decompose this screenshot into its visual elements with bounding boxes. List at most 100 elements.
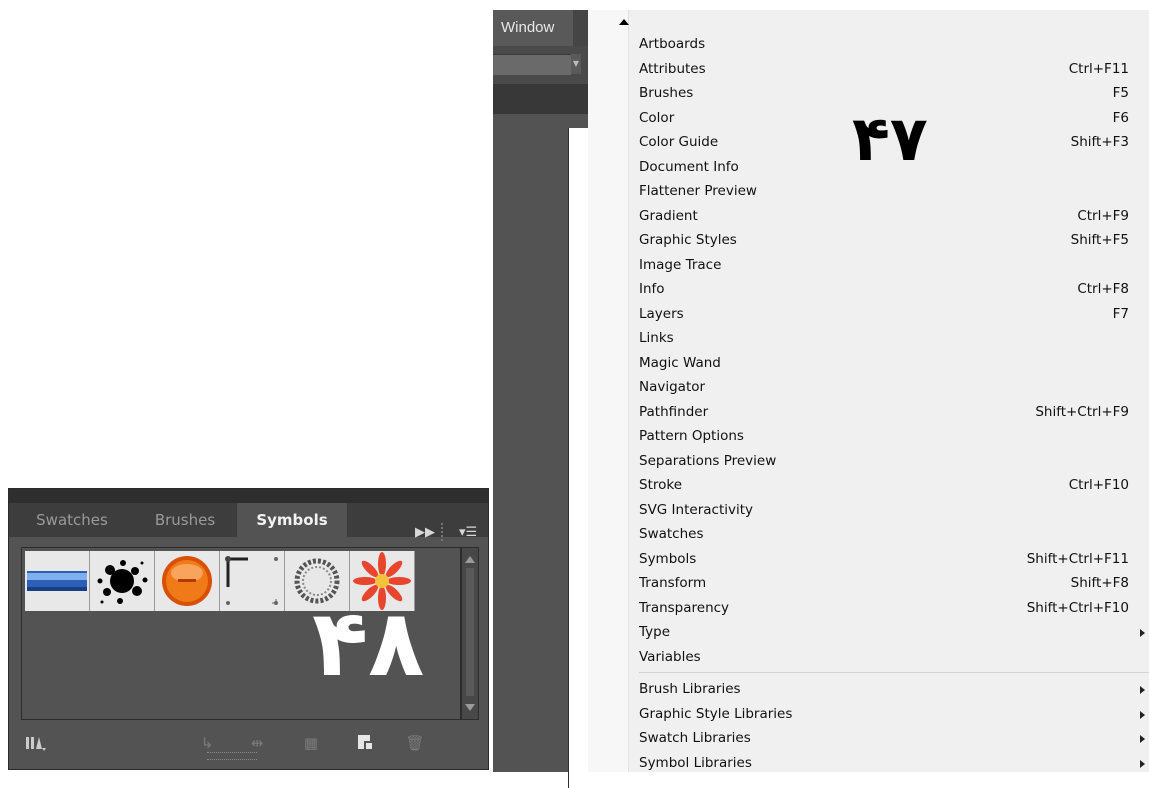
annotation-number-47: ۴۷ (852, 102, 928, 175)
collapse-panel-icon[interactable]: ▶▶ (415, 525, 435, 540)
menu-item-label: Transform (639, 575, 707, 591)
menu-item-label: Brush Libraries (639, 681, 741, 697)
menu-item-shortcut: Ctrl+F9 (1077, 207, 1129, 224)
panel-grip-icon[interactable] (441, 523, 449, 541)
menu-item-shortcut: F5 (1112, 85, 1129, 101)
menu-item-links[interactable]: Links (628, 326, 1149, 351)
menu-item-artboards[interactable]: Artboards (628, 32, 1149, 57)
menu-item-attributes[interactable]: Attributes Ctrl+F11 (628, 57, 1149, 82)
menu-item-label: Links (639, 330, 674, 346)
menu-item-svg-interactivity[interactable]: SVG Interactivity (628, 498, 1149, 523)
panel-scrollbar[interactable] (461, 547, 479, 720)
submenu-arrow-icon (1140, 710, 1145, 719)
canvas-area[interactable] (493, 114, 589, 788)
delete-symbol-icon[interactable]: 🗑 (405, 733, 425, 753)
scroll-track[interactable] (466, 568, 474, 696)
menu-item-shortcut: F7 (1112, 305, 1129, 322)
menu-bar: Window (493, 10, 588, 46)
menu-item-label: Swatches (639, 526, 704, 542)
menu-item-transform[interactable]: Transform Shift+F8 (628, 571, 1149, 596)
place-symbol-instance-icon[interactable]: ↳ (197, 733, 217, 753)
menu-item-label: Transparency (639, 599, 730, 616)
menu-scroll-up-icon[interactable] (619, 19, 629, 25)
menu-item-label: Graphic Styles (639, 232, 737, 248)
tab-swatches[interactable]: Swatches (17, 503, 127, 537)
menu-item-label: Image Trace (639, 256, 722, 273)
menu-item-label: Flattener Preview (639, 183, 757, 199)
frame-corners-symbol-icon[interactable] (220, 551, 285, 611)
menu-item-label: Layers (639, 305, 684, 322)
symbol-options-icon[interactable]: ▦ (301, 733, 321, 753)
menu-item-shortcut: Shift+Ctrl+F10 (1026, 599, 1129, 616)
chevron-down-icon[interactable]: ▼ (571, 54, 581, 74)
menu-item-shortcut: Shift+Ctrl+F9 (1035, 403, 1129, 420)
menu-item-pathfinder[interactable]: Pathfinder Shift+Ctrl+F9 (628, 400, 1149, 425)
panel-resize-grip[interactable] (207, 752, 257, 760)
control-bar: ▼ (493, 46, 588, 84)
menu-item-label: Graphic Style Libraries (639, 705, 793, 722)
menu-item-label: Stroke (639, 477, 683, 493)
orange-button-symbol-icon[interactable] (155, 551, 220, 611)
menu-item-info[interactable]: Info Ctrl+F8 (628, 277, 1149, 302)
menu-item-flattener-preview[interactable]: Flattener Preview (628, 179, 1149, 204)
menu-item-gradient[interactable]: Gradient Ctrl+F9 (628, 204, 1149, 229)
menu-item-transparency[interactable]: Transparency Shift+Ctrl+F10 (628, 596, 1149, 621)
menu-item-pattern-options[interactable]: Pattern Options (628, 424, 1149, 449)
menu-item-shortcut: Shift+F5 (1070, 232, 1129, 248)
panel-title-strip[interactable] (9, 489, 488, 503)
menu-item-label: Artboards (639, 36, 706, 52)
menu-item-label: Document Info (639, 158, 739, 175)
menu-item-label: Swatch Libraries (639, 730, 751, 746)
control-field[interactable] (493, 54, 571, 75)
menu-item-swatches[interactable]: Swatches (628, 522, 1149, 547)
menu-item-shortcut: Ctrl+F8 (1077, 281, 1129, 297)
menu-item-symbol-libraries[interactable]: Symbol Libraries (628, 751, 1149, 776)
menu-item-label: Symbol Libraries (639, 754, 752, 771)
menu-item-image-trace[interactable]: Image Trace (628, 253, 1149, 278)
annotation-number-48: ۴۸ (312, 590, 425, 697)
menu-item-label: Magic Wand (639, 354, 721, 371)
menu-item-layers[interactable]: Layers F7 (628, 302, 1149, 327)
tab-brushes[interactable]: Brushes (135, 503, 235, 537)
submenu-arrow-icon (1140, 735, 1145, 743)
window-menu[interactable]: Window (493, 10, 573, 46)
tab-symbols[interactable]: Symbols (237, 503, 347, 537)
menu-item-stroke[interactable]: Stroke Ctrl+F10 (628, 473, 1149, 498)
menu-item-navigator[interactable]: Navigator (628, 375, 1149, 400)
menu-item-label: Separations Preview (639, 452, 777, 469)
artboard[interactable] (568, 128, 589, 788)
menu-item-shortcut: Shift+F3 (1070, 134, 1129, 150)
menu-item-shortcut: Ctrl+F11 (1068, 60, 1129, 77)
menu-item-label: Symbols (639, 550, 697, 567)
new-symbol-icon[interactable] (355, 733, 375, 753)
menu-separator (628, 669, 1149, 677)
menu-item-label: Attributes (639, 60, 706, 77)
menu-item-label: Navigator (639, 379, 706, 395)
submenu-arrow-icon (1140, 686, 1145, 694)
menu-item-graphic-styles[interactable]: Graphic Styles Shift+F5 (628, 228, 1149, 253)
scroll-up-icon[interactable] (465, 556, 475, 563)
menu-item-graphic-style-libraries[interactable]: Graphic Style Libraries (628, 702, 1149, 727)
menu-item-label: Color (639, 109, 675, 126)
ink-splat-symbol-icon[interactable] (90, 551, 155, 611)
menu-item-label: Info (639, 281, 665, 297)
break-link-to-symbol-icon[interactable]: ⇹ (247, 733, 267, 753)
panel-menu-icon[interactable]: ▾☰ (459, 525, 477, 540)
menu-item-label: Brushes (639, 85, 694, 101)
menu-item-variables[interactable]: Variables (628, 645, 1149, 670)
menu-item-label: Color Guide (639, 134, 719, 150)
app-window: Window ▼ (493, 10, 589, 788)
symbol-libraries-menu-icon[interactable] (25, 733, 46, 753)
blue-banner-symbol-icon[interactable] (25, 551, 90, 611)
menu-item-magic-wand[interactable]: Magic Wand (628, 351, 1149, 376)
menu-item-shortcut: F6 (1112, 109, 1129, 126)
menu-item-type[interactable]: Type (628, 620, 1149, 645)
menu-item-brush-libraries[interactable]: Brush Libraries (628, 677, 1149, 702)
menu-item-swatch-libraries[interactable]: Swatch Libraries (628, 726, 1149, 751)
menu-item-separations-preview[interactable]: Separations Preview (628, 449, 1149, 474)
menu-item-shortcut: Shift+F8 (1070, 575, 1129, 591)
menu-item-label: Pattern Options (639, 428, 744, 444)
submenu-arrow-icon (1140, 629, 1145, 637)
scroll-down-icon[interactable] (465, 704, 475, 711)
menu-item-symbols[interactable]: Symbols Shift+Ctrl+F11 (628, 547, 1149, 572)
